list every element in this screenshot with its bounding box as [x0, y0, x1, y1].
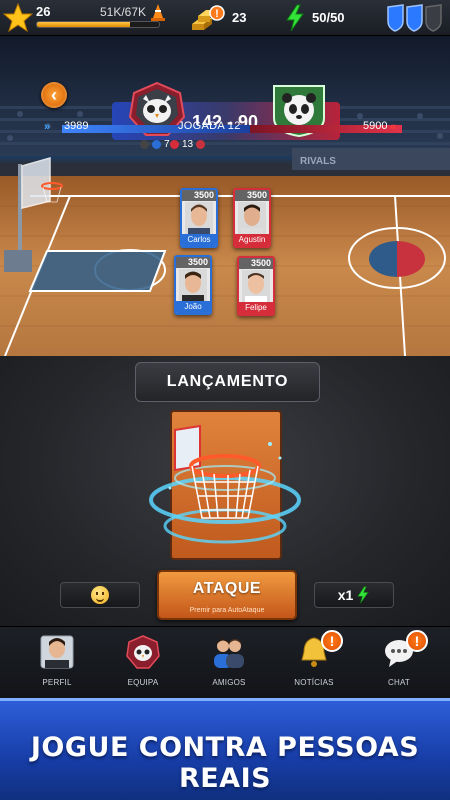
energy-count: 50/50: [312, 10, 345, 25]
right-stat: 13: [170, 137, 206, 151]
player-portrait: [185, 202, 213, 234]
emoji-button[interactable]: [60, 582, 140, 608]
player-portrait: [238, 202, 266, 234]
lightning-energy-icon: [286, 4, 304, 32]
shields-icon: [387, 4, 442, 32]
cone-icon: [151, 4, 165, 21]
player-name: Agustin: [235, 234, 269, 246]
blue-chevron-icon: »: [44, 121, 51, 133]
svg-text:!: !: [215, 8, 219, 20]
back-button[interactable]: ‹: [41, 82, 67, 108]
gold-count: 23: [232, 10, 247, 25]
nav-label: CHAT: [388, 678, 410, 687]
nav-label: EQUIPA: [127, 678, 159, 687]
top-status-bar: 26 51K/67K ! 23 50/50: [0, 0, 450, 36]
red-ball-icon-2: [196, 139, 206, 149]
nav-item-chat[interactable]: CHAT !: [364, 630, 434, 692]
right-team-power: 5900: [363, 120, 388, 132]
gold-bars-icon[interactable]: !: [190, 4, 226, 32]
xp-text: 51K/67K: [100, 5, 147, 19]
player-portrait: [242, 270, 270, 302]
nav-item-team[interactable]: EQUIPA: [108, 632, 178, 692]
attack-label: ATAQUE: [192, 580, 262, 597]
left-team-power: 3989: [64, 120, 89, 132]
player-card-carlos[interactable]: 3500 Carlos: [180, 188, 218, 248]
red-chevron-icon: «: [390, 121, 397, 133]
nav-label: PERFIL: [42, 678, 72, 687]
nav-item-friends[interactable]: AMIGOS: [194, 632, 264, 692]
court-illustration: RIVALS: [0, 36, 450, 356]
xp-progress-fill: [37, 22, 130, 27]
xp-progress-bar: [36, 21, 160, 28]
action-title: LANÇAMENTO: [135, 362, 320, 402]
court-banner-text: RIVALS: [300, 156, 336, 167]
team-emblem-icon: [126, 635, 160, 669]
right-stat-value: 13: [182, 138, 194, 150]
player-rating: 3500: [176, 257, 210, 268]
player-portrait: [179, 269, 207, 301]
multiplier-button[interactable]: x1: [314, 582, 394, 608]
nav-label: NOTÍCIAS: [294, 678, 334, 687]
left-stat-value: 7: [164, 138, 170, 150]
player-card-joao[interactable]: 3500 João: [174, 255, 212, 315]
attack-button[interactable]: ATAQUE Premir para AutoAtaque: [157, 570, 297, 620]
left-stat: 7: [140, 137, 170, 151]
attack-subtext: Premir para AutoAtaque: [189, 607, 265, 614]
smiley-icon: [91, 586, 109, 604]
nav-label: AMIGOS: [212, 678, 246, 687]
chat-alert-badge: !: [406, 630, 428, 652]
red-ball-icon: [170, 139, 179, 149]
profile-avatar-icon: [40, 635, 74, 669]
player-card-felipe[interactable]: 3500 Felipe: [237, 256, 275, 316]
player-name: Felipe: [239, 302, 273, 314]
player-rating: 3500: [235, 190, 269, 201]
player-card-agustin[interactable]: 3500 Agustin: [233, 188, 271, 248]
blue-ball-icon: [152, 139, 161, 149]
multiplier-value: x1: [337, 587, 354, 603]
round-label: JOGADA 12: [178, 120, 241, 132]
nav-item-news[interactable]: NOTÍCIAS !: [279, 630, 349, 692]
promo-banner-text: JOGUE CONTRA PESSOAS REAIS: [30, 732, 420, 794]
dark-ball-icon: [140, 139, 149, 149]
player-rating: 3500: [239, 258, 273, 269]
friends-icon: [214, 639, 244, 668]
nav-item-profile[interactable]: PERFIL: [22, 632, 92, 692]
court-area: RIVALS ‹ 142 - 90 » 3989 JOGADA 12 5900 …: [0, 36, 450, 356]
player-name: João: [176, 301, 210, 313]
player-rating: 3500: [182, 190, 216, 201]
player-level: 26: [36, 4, 51, 19]
news-alert-badge: !: [321, 630, 343, 652]
star-icon: [3, 3, 33, 33]
player-name: Carlos: [182, 234, 216, 246]
hoop-action-icon: [149, 424, 301, 544]
lightning-icon: [357, 586, 369, 604]
